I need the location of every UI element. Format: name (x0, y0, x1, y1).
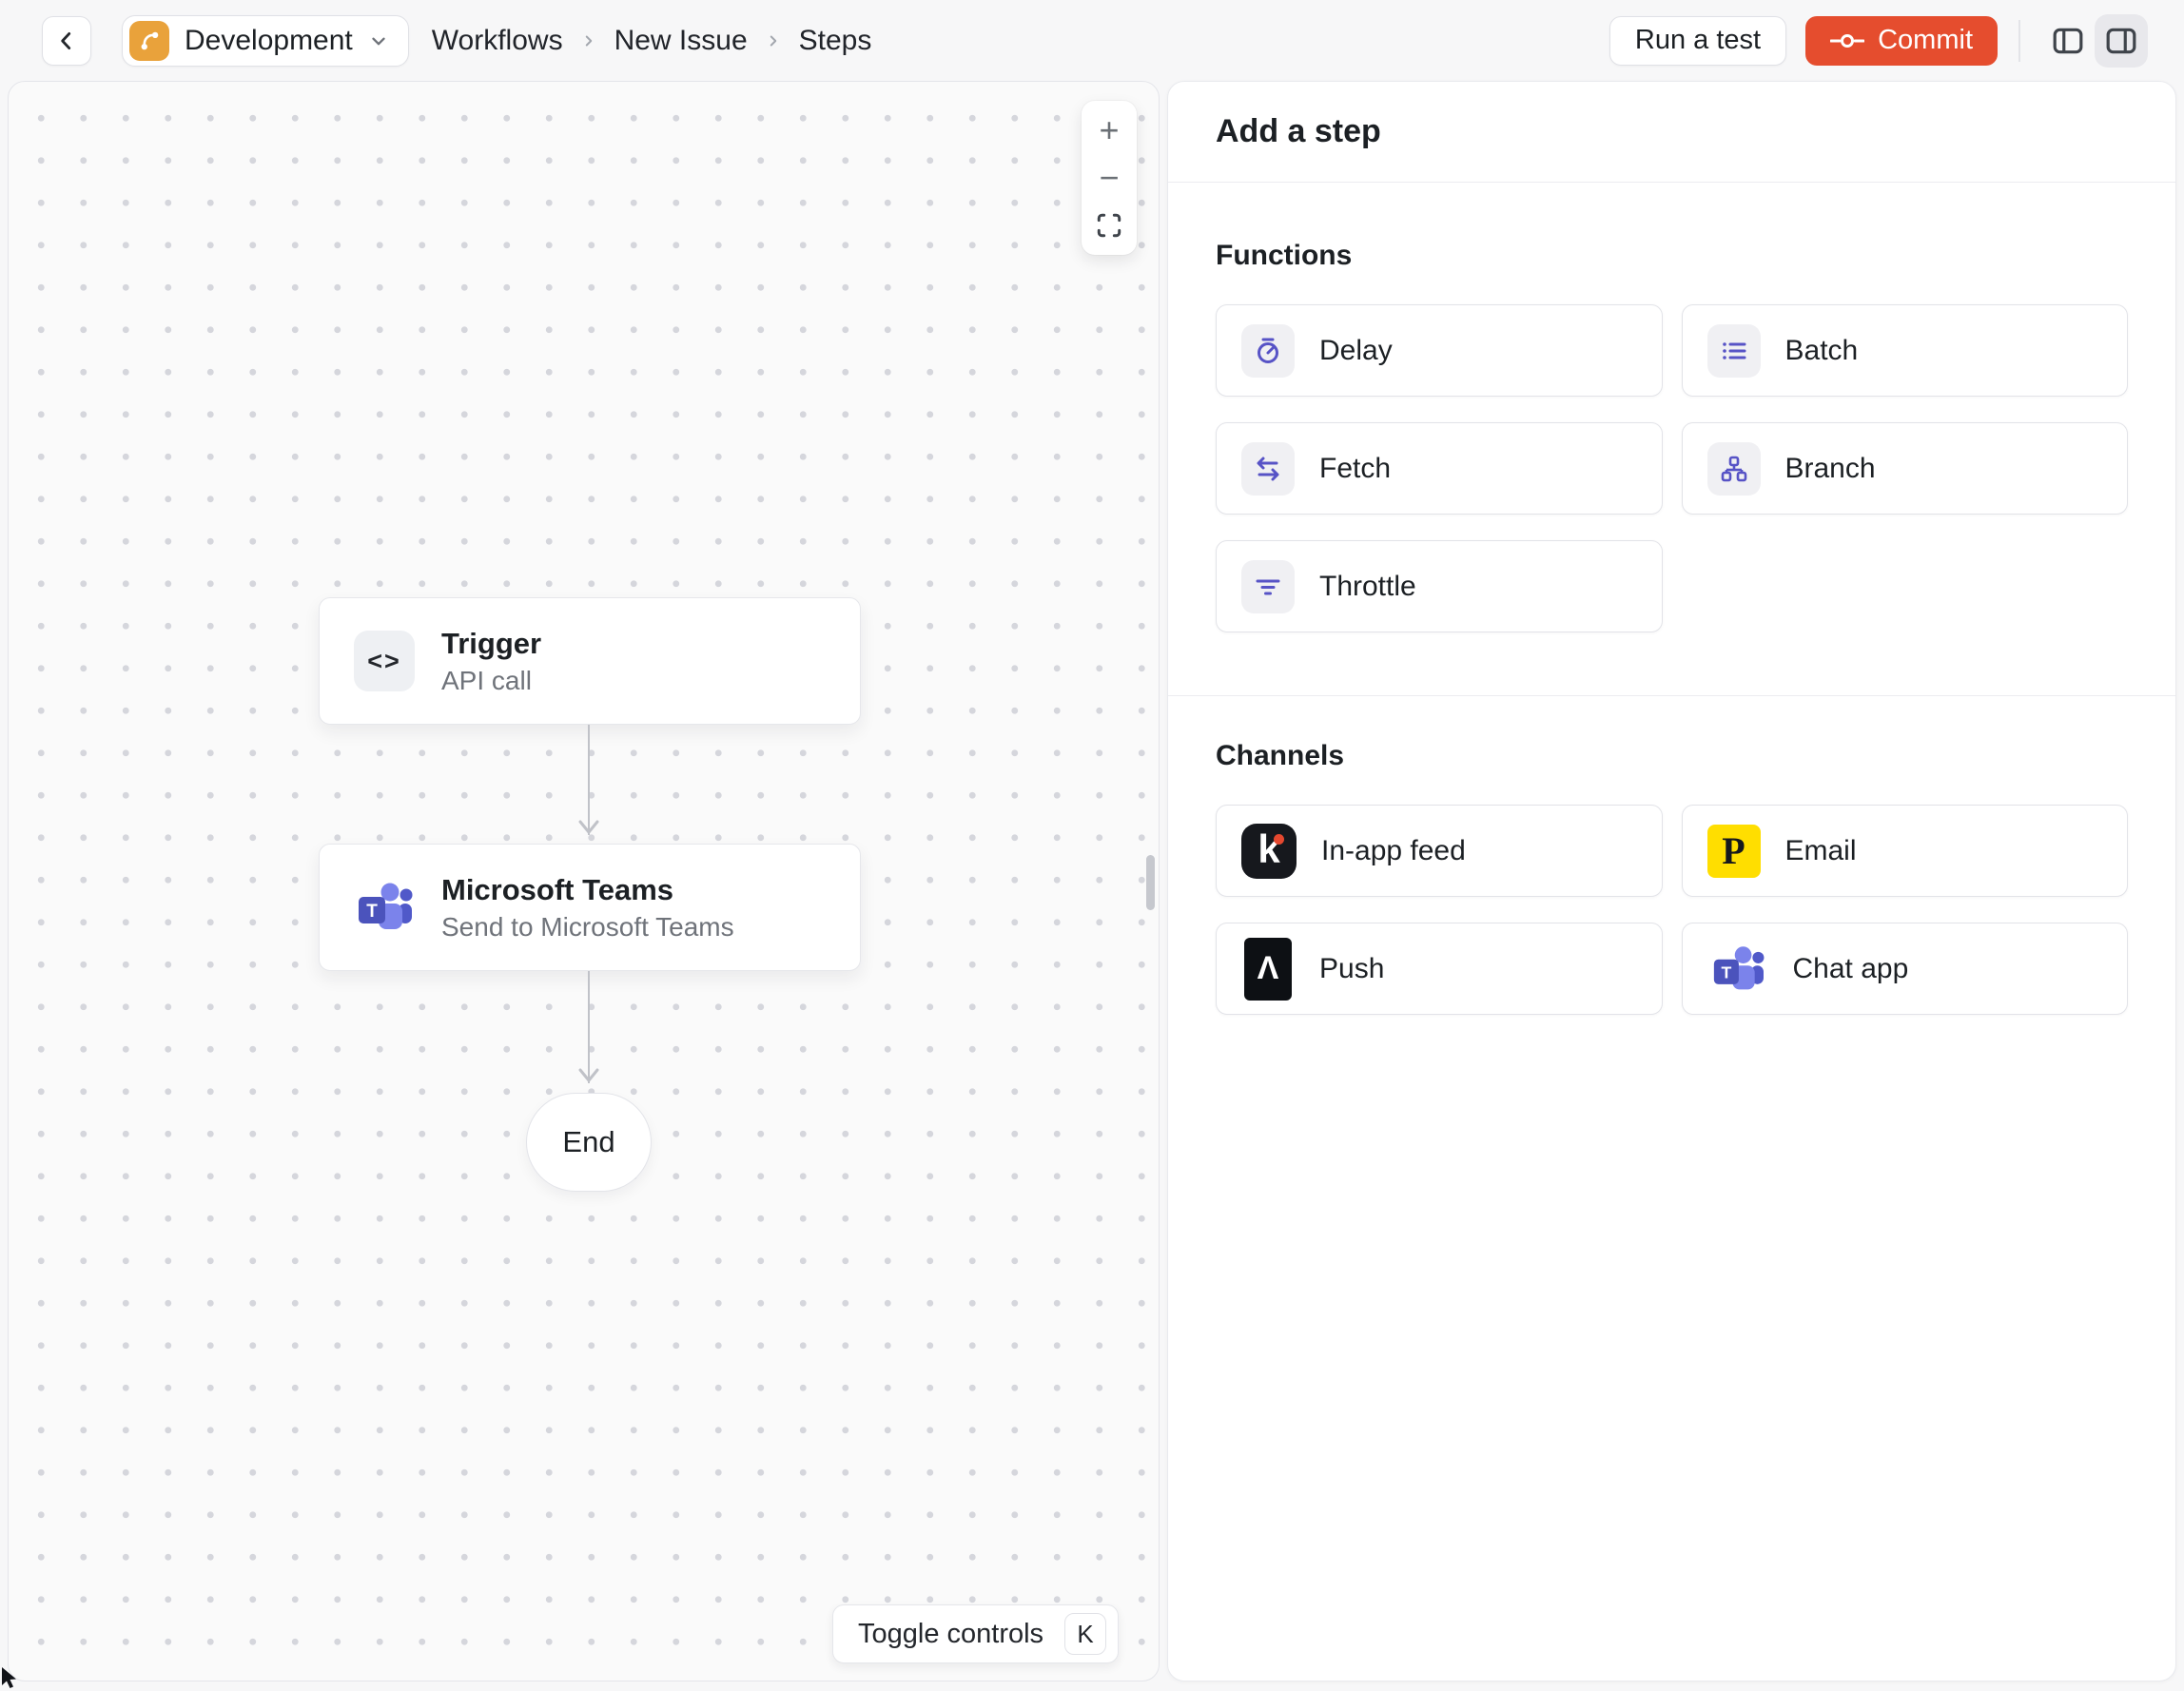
toggle-right-panel-button[interactable] (2095, 13, 2148, 68)
function-card-branch[interactable]: Branch (1681, 422, 2128, 515)
topbar-divider (2018, 19, 2020, 62)
postmark-logo-icon: P (1706, 824, 1761, 878)
git-commit-icon (1830, 33, 1865, 48)
microsoft-teams-node[interactable]: T Microsoft Teams Send to Microsoft Team… (319, 844, 861, 971)
environment-label: Development (185, 24, 353, 56)
commit-button-label: Commit (1878, 25, 1973, 55)
microsoft-teams-logo-icon: T (354, 877, 415, 938)
toggle-controls-button[interactable]: Toggle controls K (832, 1604, 1120, 1663)
svg-text:T: T (1721, 962, 1731, 982)
channels-grid: k In-app feed P Email Λ Push T Chat app (1216, 805, 2128, 1015)
arrowhead-down-icon (578, 820, 599, 834)
channels-section-label: Channels (1216, 740, 1345, 771)
hierarchy-icon (1706, 441, 1761, 496)
function-card-label: Branch (1784, 452, 1876, 484)
trigger-node[interactable]: <> Trigger API call (319, 597, 861, 725)
function-card-label: Throttle (1319, 570, 1416, 602)
chevron-left-icon (61, 31, 71, 49)
functions-section-label: Functions (1216, 240, 1353, 271)
function-card-label: Delay (1319, 334, 1393, 366)
panel-left-icon (2053, 28, 2083, 53)
workflow-canvas[interactable]: + − <> Trigger API call T Microsoft Team… (8, 81, 1160, 1681)
end-node-label: End (562, 1125, 615, 1158)
panel-right-icon (2106, 28, 2136, 53)
channel-card-label: Chat app (1792, 952, 1909, 984)
arrowhead-down-icon (578, 1068, 599, 1082)
breadcrumb: Workflows New Issue Steps (432, 25, 872, 57)
top-bar: Development Workflows New Issue Steps Ru… (0, 0, 2184, 81)
chevron-right-icon (580, 32, 597, 49)
breadcrumb-steps[interactable]: Steps (799, 25, 872, 57)
section-divider (1168, 695, 2175, 696)
function-card-label: Batch (1784, 334, 1859, 366)
toggle-left-panel-button[interactable] (2041, 14, 2095, 68)
teams-node-title: Microsoft Teams (441, 872, 674, 906)
mouse-cursor (2, 1667, 16, 1688)
function-card-delay[interactable]: Delay (1216, 304, 1663, 397)
breadcrumb-workflows[interactable]: Workflows (432, 25, 563, 57)
teams-node-subtitle: Send to Microsoft Teams (441, 912, 734, 943)
swap-arrows-icon (1241, 441, 1295, 496)
commit-button[interactable]: Commit (1805, 15, 1998, 66)
end-node[interactable]: End (526, 1093, 652, 1192)
channel-card-email[interactable]: P Email (1681, 805, 2128, 897)
function-card-label: Fetch (1319, 452, 1392, 484)
keyboard-shortcut-badge: K (1064, 1613, 1107, 1655)
stopwatch-icon (1241, 323, 1295, 378)
function-card-fetch[interactable]: Fetch (1216, 422, 1663, 515)
add-step-panel: Add a step Functions Delay Batch Fetch B… (1167, 81, 2176, 1681)
panel-title: Add a step (1216, 113, 1381, 149)
function-card-batch[interactable]: Batch (1681, 304, 2128, 397)
plus-icon: + (1099, 110, 1120, 149)
environment-selector[interactable]: Development (122, 14, 409, 67)
canvas-zoom-controls: + − (1082, 101, 1137, 255)
function-card-throttle[interactable]: Throttle (1216, 540, 1663, 632)
run-a-test-button[interactable]: Run a test (1609, 15, 1787, 66)
channel-card-label: In-app feed (1321, 834, 1466, 866)
list-icon (1706, 323, 1761, 378)
svg-text:T: T (366, 902, 378, 922)
channel-card-chat-app[interactable]: T Chat app (1681, 923, 2128, 1015)
channel-card-label: Email (1784, 834, 1857, 866)
zoom-out-button[interactable]: − (1082, 154, 1137, 202)
functions-grid: Delay Batch Fetch Branch Throttle (1216, 304, 2128, 632)
toggle-controls-label: Toggle controls (858, 1618, 1044, 1649)
fullscreen-icon (1097, 213, 1121, 238)
chevron-down-icon (372, 37, 385, 45)
channel-card-label: Push (1319, 952, 1385, 984)
breadcrumb-new-issue[interactable]: New Issue (614, 25, 748, 57)
channel-card-push[interactable]: Λ Push (1216, 923, 1663, 1015)
fit-view-button[interactable] (1082, 202, 1137, 249)
trigger-node-title: Trigger (441, 626, 542, 660)
panel-header: Add a step (1168, 82, 2175, 183)
zoom-in-button[interactable]: + (1082, 107, 1137, 154)
code-icon: <> (354, 631, 415, 691)
trigger-node-subtitle: API call (441, 666, 532, 696)
funnel-lines-icon (1241, 559, 1295, 613)
expo-logo-icon: Λ (1244, 937, 1292, 1001)
knock-logo-icon: k (1241, 823, 1297, 879)
environment-branch-icon (129, 20, 169, 61)
minus-icon: − (1099, 158, 1120, 197)
channel-card-in-app-feed[interactable]: k In-app feed (1216, 805, 1663, 897)
canvas-vertical-scrollbar[interactable] (1146, 855, 1155, 910)
chevron-right-icon (765, 32, 782, 49)
back-button[interactable] (42, 15, 91, 66)
microsoft-teams-logo-icon: T (1707, 943, 1768, 995)
